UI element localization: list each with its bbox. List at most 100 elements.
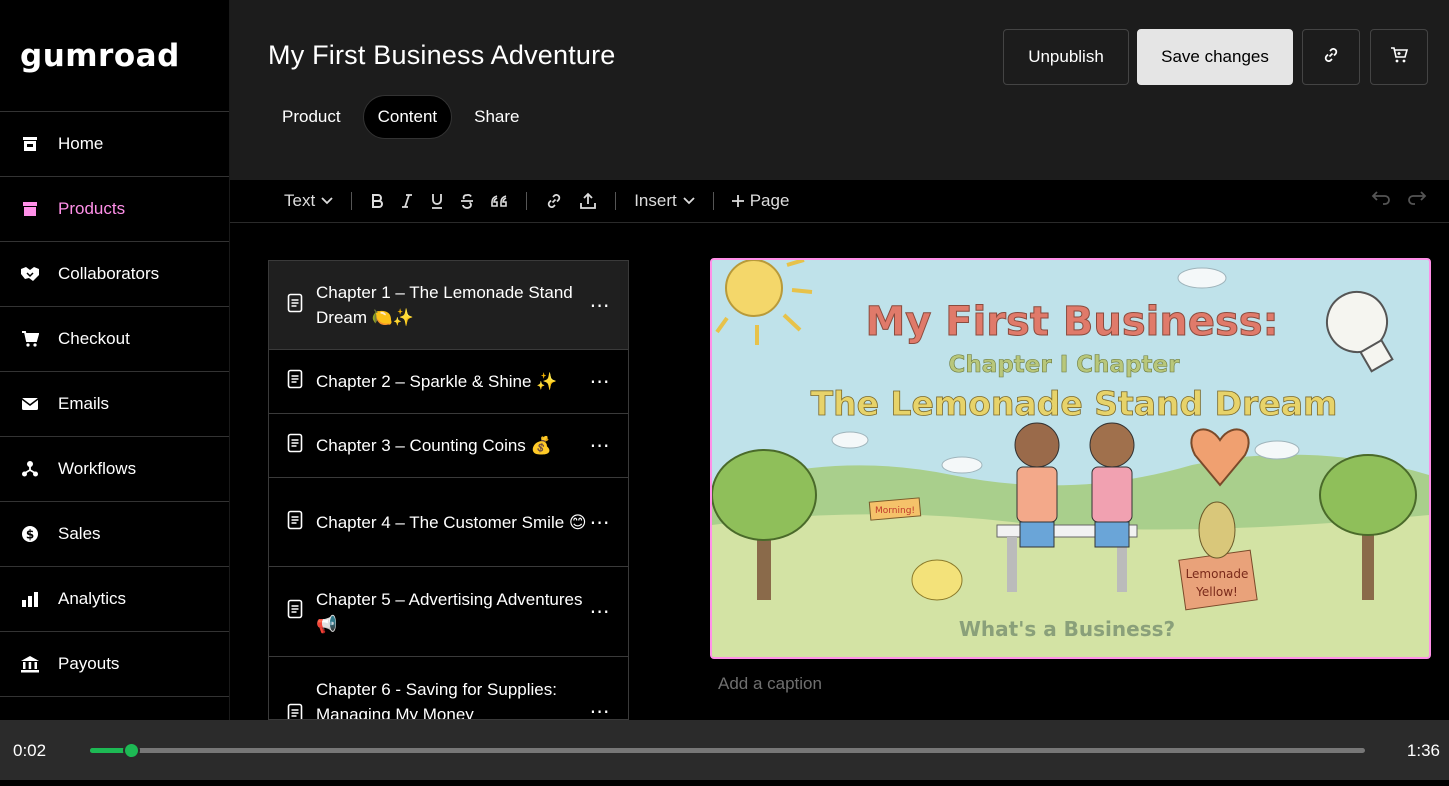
page-title: My First Business Adventure xyxy=(268,40,616,70)
sidebar-item-collaborators[interactable]: Collaborators xyxy=(0,242,229,307)
link-icon xyxy=(1322,46,1340,69)
sidebar-item-workflows[interactable]: Workflows xyxy=(0,437,229,502)
sidebar-item-products[interactable]: Products xyxy=(0,177,229,242)
more-options-icon[interactable]: ⋯ xyxy=(588,293,612,318)
kid-left xyxy=(1014,422,1060,548)
chapter-item[interactable]: Chapter 3 – Counting Coins 💰 ⋯ xyxy=(269,414,628,478)
page-icon xyxy=(287,433,305,458)
strikethrough-icon xyxy=(460,193,474,209)
chapter-title: Chapter 6 - Saving for Supplies: Managin… xyxy=(316,680,557,720)
seek-bar[interactable] xyxy=(90,742,1365,759)
more-options-icon[interactable]: ⋯ xyxy=(588,369,612,394)
redo-icon[interactable] xyxy=(1407,190,1427,211)
product-header: My First Business Adventure Product Cont… xyxy=(230,0,1449,180)
plus-icon xyxy=(731,195,744,207)
upload-icon xyxy=(579,192,597,210)
tab-product[interactable]: Product xyxy=(268,95,355,139)
sidebar: Gumroad Home Products Collaborators Chec… xyxy=(0,0,230,786)
sign-right-text-2: Yellow! xyxy=(1195,585,1238,599)
more-options-icon[interactable]: ⋯ xyxy=(588,433,612,458)
chapter-item[interactable]: Chapter 2 – Sparkle & Shine ✨ ⋯ xyxy=(269,350,628,414)
bar-chart-icon xyxy=(20,589,40,609)
underline-icon xyxy=(430,193,444,209)
page-icon xyxy=(287,510,305,535)
tab-content[interactable]: Content xyxy=(362,95,453,139)
video-player-controls: 0:02 1:36 xyxy=(0,720,1449,780)
logo-text: Gumroad xyxy=(20,37,180,74)
envelope-icon xyxy=(20,394,40,414)
unpublish-button[interactable]: Unpublish xyxy=(1003,29,1129,85)
sidebar-item-label: Products xyxy=(58,199,126,218)
text-style-dropdown[interactable]: Text xyxy=(276,186,341,216)
seek-handle[interactable] xyxy=(122,742,140,759)
workflow-icon xyxy=(20,459,40,479)
add-page-label: Page xyxy=(749,191,790,210)
undo-icon[interactable] xyxy=(1371,190,1391,211)
chapter-title: Chapter 4 – The Customer Smile 😊 xyxy=(316,512,587,532)
insert-link-button[interactable] xyxy=(537,186,571,216)
chapter-title: Chapter 3 – Counting Coins 💰 xyxy=(316,436,552,455)
sidebar-item-sales[interactable]: $ Sales xyxy=(0,502,229,567)
current-time: 0:02 xyxy=(13,741,47,760)
insert-dropdown[interactable]: Insert xyxy=(626,186,703,216)
chapter-title: Chapter 1 – The Lemonade Stand Dream 🍋✨ xyxy=(316,283,573,327)
cover-title: My First Business: xyxy=(865,299,1278,345)
cover-footer: What's a Business? xyxy=(959,617,1175,641)
chapter-item[interactable]: Chapter 1 – The Lemonade Stand Dream 🍋✨ … xyxy=(269,261,628,350)
sidebar-item-label: Collaborators xyxy=(58,264,160,283)
more-options-icon[interactable]: ⋯ xyxy=(588,599,612,624)
chapter-title: Chapter 5 – Advertising Adventures 📢 xyxy=(316,589,583,634)
caption-input[interactable]: Add a caption xyxy=(718,674,822,694)
gumroad-logo[interactable]: Gumroad xyxy=(0,0,229,112)
chevron-down-icon xyxy=(683,197,695,205)
cover-heading: The Lemonade Stand Dream xyxy=(811,384,1338,423)
chapter-cover-image[interactable]: My First Business: Chapter I Chapter The… xyxy=(710,258,1431,659)
add-page-button[interactable]: Page xyxy=(724,186,798,216)
more-options-icon[interactable]: ⋯ xyxy=(588,510,612,535)
toolbar-divider xyxy=(712,192,714,210)
italic-button[interactable] xyxy=(392,186,422,216)
sign-right-text-1: Lemonade xyxy=(1186,567,1249,581)
sidebar-item-checkout[interactable]: Checkout xyxy=(0,307,229,372)
chapter-title: Chapter 2 – Sparkle & Shine ✨ xyxy=(316,372,558,391)
chapter-list: Chapter 1 – The Lemonade Stand Dream 🍋✨ … xyxy=(268,260,629,720)
quote-button[interactable] xyxy=(482,186,516,216)
bank-icon xyxy=(20,654,40,674)
underline-button[interactable] xyxy=(422,186,452,216)
view-product-button[interactable] xyxy=(1370,29,1428,85)
chevron-down-icon xyxy=(321,197,333,205)
sidebar-item-label: Analytics xyxy=(58,589,127,608)
editor-toolbar: Text Insert Page xyxy=(230,180,1449,223)
toolbar-divider xyxy=(351,192,353,210)
sidebar-item-label: Emails xyxy=(58,394,110,413)
cart-icon xyxy=(20,329,40,349)
page-icon xyxy=(287,599,305,624)
upload-button[interactable] xyxy=(571,186,605,216)
copy-link-button[interactable] xyxy=(1302,29,1360,85)
chapter-item[interactable]: Chapter 5 – Advertising Adventures 📢 ⋯ xyxy=(269,567,628,657)
sidebar-item-label: Checkout xyxy=(58,329,130,348)
save-changes-button[interactable]: Save changes xyxy=(1137,29,1293,85)
sidebar-item-analytics[interactable]: Analytics xyxy=(0,567,229,632)
handshake-icon xyxy=(20,264,40,284)
chapter-item[interactable]: Chapter 6 - Saving for Supplies: Managin… xyxy=(269,657,628,720)
history-controls xyxy=(1371,190,1427,211)
insert-label: Insert xyxy=(634,191,677,210)
bold-button[interactable] xyxy=(362,186,392,216)
strikethrough-button[interactable] xyxy=(452,186,482,216)
sidebar-item-home[interactable]: Home xyxy=(0,112,229,177)
sidebar-item-label: Home xyxy=(58,134,104,153)
store-icon xyxy=(20,134,40,154)
chapter-item[interactable]: Chapter 4 – The Customer Smile 😊 ⋯ xyxy=(269,478,628,567)
sidebar-item-emails[interactable]: Emails xyxy=(0,372,229,437)
sidebar-item-payouts[interactable]: Payouts xyxy=(0,632,229,697)
cover-illustration: My First Business: Chapter I Chapter The… xyxy=(712,260,1429,657)
text-style-label: Text xyxy=(284,191,316,210)
tab-share[interactable]: Share xyxy=(460,95,533,139)
more-options-icon[interactable]: ⋯ xyxy=(588,699,612,719)
cart-icon xyxy=(1390,46,1409,69)
toolbar-divider xyxy=(615,192,617,210)
toolbar-divider xyxy=(526,192,528,210)
bottom-strip xyxy=(0,780,1449,786)
link-icon xyxy=(545,192,563,210)
